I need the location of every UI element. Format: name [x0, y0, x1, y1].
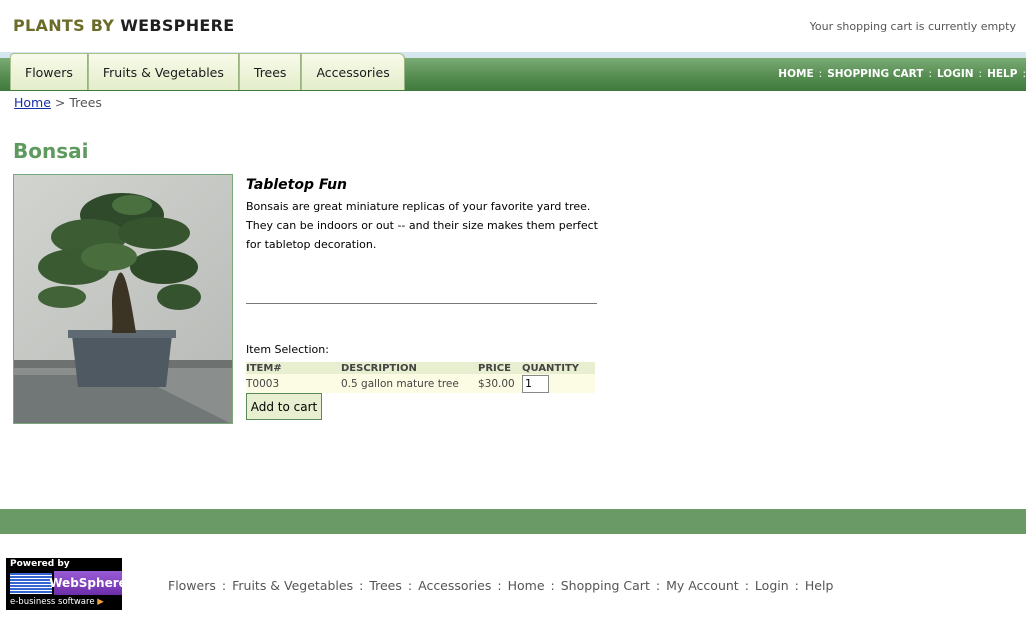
- top-nav-links: HOME : SHOPPING CART : LOGIN : HELP :: [773, 68, 1026, 80]
- footer-separator: :: [497, 578, 502, 593]
- footer-link-help[interactable]: Help: [805, 578, 834, 593]
- cart-status: Your shopping cart is currently empty: [809, 20, 1016, 33]
- breadcrumb-separator: >: [54, 95, 66, 110]
- footer-separator: :: [655, 578, 661, 593]
- item-selection-table: ITEM# DESCRIPTION PRICE QUANTITY T0003 0…: [246, 362, 595, 393]
- tab-accessories[interactable]: Accessories: [301, 53, 405, 90]
- table-header-row: ITEM# DESCRIPTION PRICE QUANTITY: [246, 362, 595, 374]
- footer-link-home[interactable]: Home: [508, 578, 545, 593]
- footer-link-flowers[interactable]: Flowers: [168, 578, 216, 593]
- footer-link-login[interactable]: Login: [755, 578, 789, 593]
- table-row: T0003 0.5 gallon mature tree $30.00: [246, 374, 595, 393]
- breadcrumb-current: Trees: [69, 95, 102, 110]
- quantity-cell: [522, 374, 595, 393]
- item-selection-label: Item Selection:: [246, 343, 329, 356]
- product-tagline: Tabletop Fun: [246, 177, 348, 193]
- tab-trees[interactable]: Trees: [238, 53, 302, 90]
- logo-text-plants-by: PLANTS BY: [13, 16, 115, 35]
- powered-by-websphere-badge[interactable]: Powered by WebSphere e-business software…: [6, 558, 127, 610]
- topnav-shopping-cart-link[interactable]: SHOPPING CART: [822, 68, 928, 80]
- column-header-quantity: QUANTITY: [522, 362, 595, 374]
- footer-link-accessories[interactable]: Accessories: [418, 578, 491, 593]
- item-price: $30.00: [478, 374, 522, 393]
- footer-nav: Flowers : Fruits & Vegetables : Trees : …: [168, 578, 833, 593]
- powered-by-label: Powered by: [10, 559, 70, 569]
- footer-separator: :: [221, 578, 227, 593]
- bonsai-photo-graphic: [14, 175, 232, 423]
- item-description: 0.5 gallon mature tree: [341, 374, 478, 393]
- footer-separator: :: [550, 578, 555, 593]
- divider: [246, 303, 597, 304]
- footer-separator: :: [744, 578, 749, 593]
- footer-bar: [0, 509, 1026, 534]
- quantity-input[interactable]: [522, 374, 549, 393]
- topnav-home-link[interactable]: HOME: [773, 68, 818, 80]
- topnav-separator: :: [1022, 68, 1026, 80]
- column-header-description: DESCRIPTION: [341, 362, 478, 374]
- breadcrumb-home-link[interactable]: Home: [14, 95, 51, 110]
- logo-text-websphere: WEBSPHERE: [120, 16, 235, 35]
- footer-separator: :: [359, 578, 364, 593]
- footer-separator: :: [794, 578, 799, 593]
- column-header-item: ITEM#: [246, 362, 341, 374]
- tab-flowers[interactable]: Flowers: [10, 53, 88, 90]
- footer-link-trees[interactable]: Trees: [369, 578, 402, 593]
- footer-link-my-account[interactable]: My Account: [666, 578, 739, 593]
- arrow-right-icon: ▶: [97, 597, 104, 607]
- ebusiness-text: e-business software: [10, 597, 95, 607]
- category-tabs: Flowers Fruits & Vegetables Trees Access…: [10, 53, 405, 91]
- footer-separator: :: [407, 578, 413, 593]
- websphere-logo: WebSphere: [49, 571, 127, 595]
- add-to-cart-button[interactable]: Add to cart: [246, 393, 322, 420]
- footer-link-shopping-cart[interactable]: Shopping Cart: [561, 578, 650, 593]
- bonsai-photo: [13, 174, 233, 424]
- page-title: Bonsai: [13, 139, 89, 163]
- site-logo[interactable]: PLANTS BY WEBSPHERE: [13, 16, 234, 35]
- product-description: Bonsais are great miniature replicas of …: [246, 200, 598, 251]
- column-header-price: PRICE: [478, 362, 522, 374]
- breadcrumb: Home > Trees: [14, 95, 102, 110]
- ibm-logo-icon: [10, 573, 52, 594]
- header: PLANTS BY WEBSPHERE Your shopping cart i…: [0, 0, 1026, 52]
- tab-fruits-vegetables[interactable]: Fruits & Vegetables: [87, 53, 239, 90]
- ebusiness-label: e-business software ▶: [10, 597, 104, 607]
- item-number: T0003: [246, 374, 341, 393]
- topnav-help-link[interactable]: HELP: [982, 68, 1022, 80]
- footer-link-fruits-vegetables[interactable]: Fruits & Vegetables: [232, 578, 353, 593]
- topnav-login-link[interactable]: LOGIN: [932, 68, 979, 80]
